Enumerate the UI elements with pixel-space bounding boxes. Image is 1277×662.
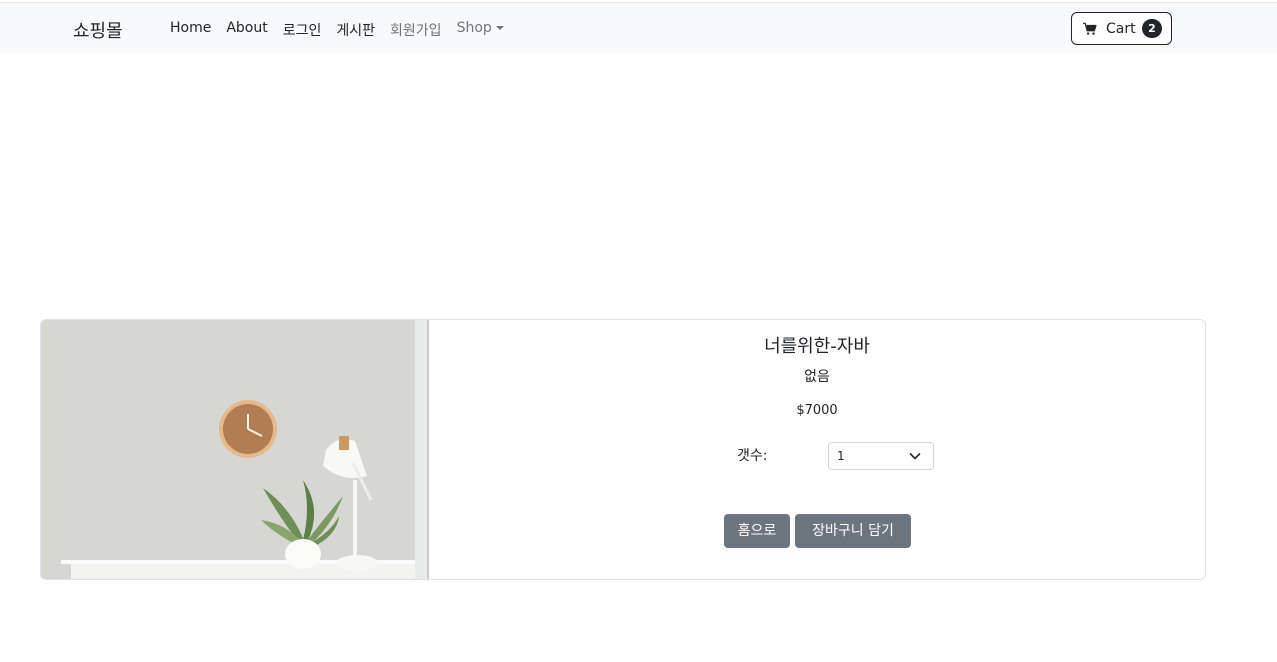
- cart-count-badge: 2: [1142, 19, 1162, 38]
- quantity-value: 1: [837, 449, 845, 463]
- cart-button[interactable]: Cart 2: [1071, 12, 1172, 45]
- quantity-select[interactable]: 1: [828, 442, 934, 470]
- home-button[interactable]: 홈으로: [724, 514, 790, 548]
- quantity-label: 갯수:: [737, 448, 768, 464]
- product-name: 너를위한-자바: [764, 336, 870, 357]
- caret-down-icon: [495, 26, 504, 30]
- nav-home[interactable]: Home: [170, 20, 211, 40]
- nav-shop-label: Shop: [456, 20, 492, 36]
- product-image: [41, 320, 429, 579]
- brand-logo[interactable]: 쇼핑몰: [73, 17, 123, 43]
- cart-icon: [1083, 22, 1097, 35]
- cart-label: Cart: [1106, 21, 1136, 37]
- nav-login[interactable]: 로그인: [283, 20, 322, 40]
- nav-board[interactable]: 게시판: [336, 20, 375, 40]
- product-card: 너를위한-자바 없음 $7000 갯수: 1 홈으로 장바구니 담기: [40, 319, 1206, 580]
- nav-links: Home About 로그인 게시판 회원가입 Shop: [170, 20, 519, 40]
- nav-signup[interactable]: 회원가입: [390, 20, 442, 40]
- product-price: $7000: [796, 403, 838, 418]
- chevron-down-icon: [909, 452, 921, 460]
- top-navbar: 쇼핑몰 Home About 로그인 게시판 회원가입 Shop Cart 2: [0, 2, 1277, 53]
- nav-shop-dropdown[interactable]: Shop: [457, 20, 504, 40]
- product-description: 없음: [804, 369, 830, 385]
- add-to-cart-button[interactable]: 장바구니 담기: [795, 514, 911, 548]
- nav-about[interactable]: About: [226, 20, 267, 40]
